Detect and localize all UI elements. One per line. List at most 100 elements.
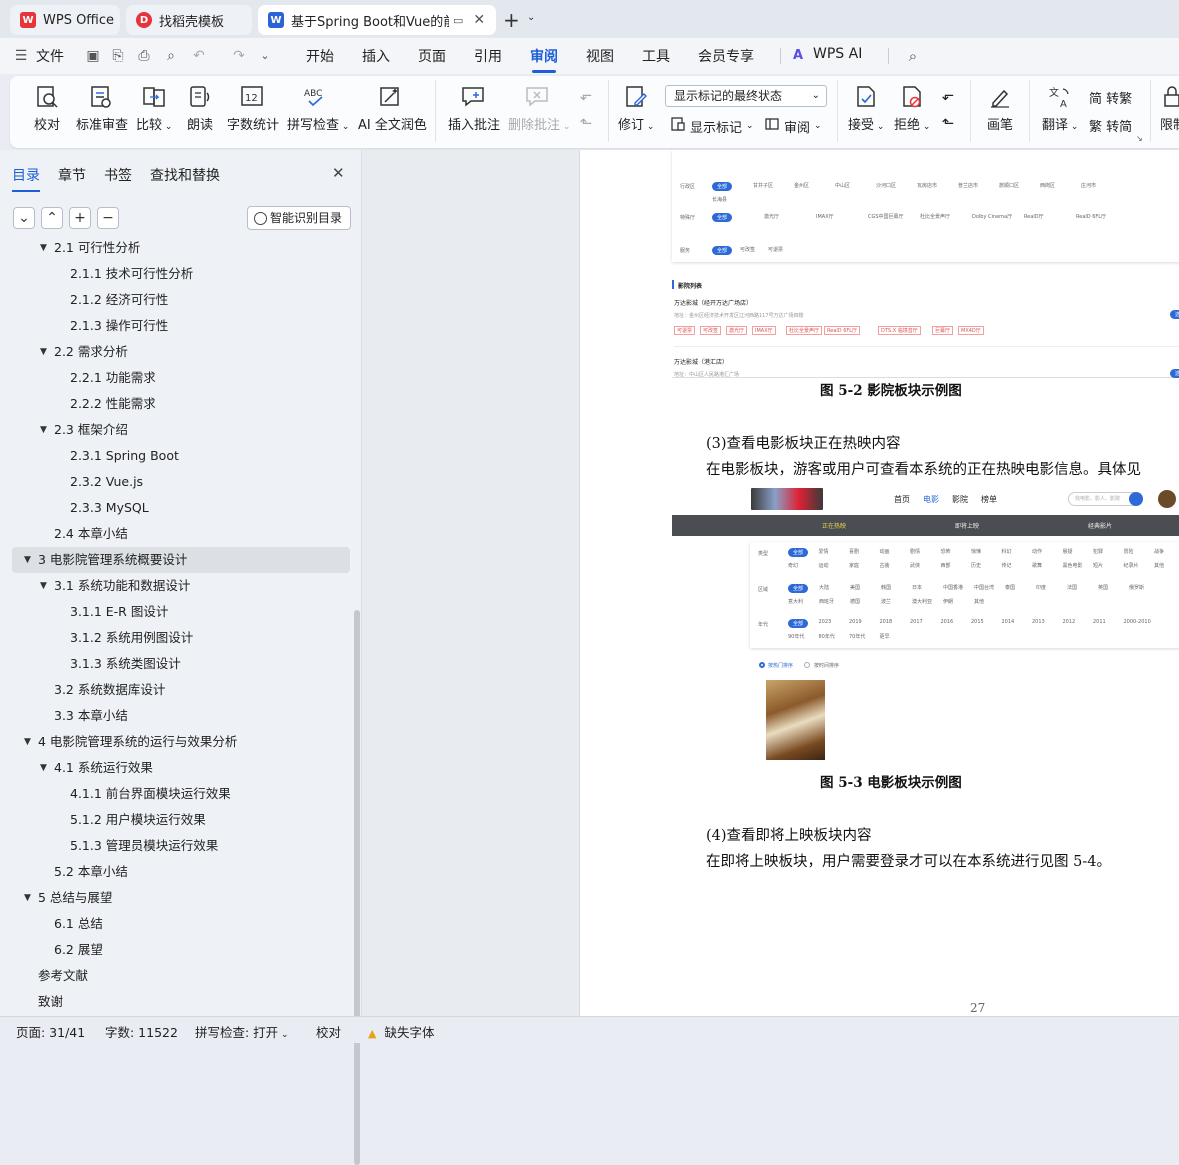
collapse-caret-icon[interactable]: ▼ — [40, 755, 54, 781]
show-markup-button[interactable]: 显示标记 ⌄ — [670, 116, 754, 136]
toc-scrollbar[interactable] — [354, 610, 360, 1165]
toc-item[interactable]: 2.1.2 经济可行性 — [0, 287, 350, 313]
hamburger-menu-icon[interactable]: ☰ — [12, 47, 30, 65]
restrict-editing-button[interactable]: 限制 — [1160, 84, 1179, 133]
expand-dialog-icon[interactable]: ↘ — [1136, 134, 1143, 143]
smart-toc-button[interactable]: 智能识别目录 — [247, 206, 351, 230]
accept-button[interactable]: 接受 ⌄ — [848, 84, 884, 133]
menu-page[interactable]: 页面 — [418, 46, 446, 66]
toc-item[interactable]: 6.1 总结 — [0, 911, 350, 937]
close-tab-icon[interactable]: ✕ — [473, 12, 485, 28]
previous-change-button[interactable]: ⬐ — [938, 86, 958, 104]
toc-item[interactable]: ▼ 2.2 需求分析 — [0, 339, 350, 365]
expand-up-button[interactable]: ⌃ — [41, 207, 63, 229]
tab-find-replace[interactable]: 查找和替换 — [150, 165, 220, 185]
new-tab-icon[interactable]: + — [503, 8, 520, 32]
toc-item[interactable]: 4.1.1 前台界面模块运行效果 — [0, 781, 350, 807]
collapse-caret-icon[interactable]: ▼ — [24, 547, 38, 573]
collapse-caret-icon[interactable]: ▼ — [40, 417, 54, 443]
toc-item[interactable]: 2.2.1 功能需求 — [0, 365, 350, 391]
toc-item[interactable]: 2.2.2 性能需求 — [0, 391, 350, 417]
search-icon[interactable]: ⌕ — [904, 47, 922, 65]
collapse-caret-icon[interactable]: ▼ — [40, 240, 54, 261]
next-comment-button[interactable]: ⬑ — [576, 114, 596, 132]
print-preview-icon[interactable]: ⌕ — [162, 47, 180, 65]
menu-references[interactable]: 引用 — [474, 46, 502, 66]
to-simplified-button[interactable]: 繁 转简 — [1089, 116, 1132, 135]
collapse-caret-icon[interactable]: ▼ — [24, 729, 38, 755]
toc-item[interactable]: ▼ 4 电影院管理系统的运行与效果分析 — [0, 729, 350, 755]
export-icon[interactable]: ⎘ — [109, 47, 127, 65]
pen-button[interactable]: 画笔 — [986, 84, 1014, 133]
save-icon[interactable]: ▣ — [84, 47, 102, 65]
collapse-caret-icon[interactable]: ▼ — [24, 885, 38, 911]
toc-item[interactable]: 5.1.3 管理员模块运行效果 — [0, 833, 350, 859]
tab-toc[interactable]: 目录 — [12, 165, 40, 192]
word-count-button[interactable]: 12 字数统计 — [227, 84, 279, 133]
toc-item[interactable]: 2.3.2 Vue.js — [0, 469, 350, 495]
word-count[interactable]: 字数: 11522 — [105, 1022, 178, 1041]
toc-item[interactable]: 2.1.3 操作可行性 — [0, 313, 350, 339]
menu-tools[interactable]: 工具 — [642, 46, 670, 66]
tab-docer-templates[interactable]: D 找稻壳模板 — [126, 5, 252, 35]
markup-mode-select[interactable]: 显示标记的最终状态 ⌄ — [665, 85, 827, 107]
toc-item[interactable]: ▼ 4.1 系统运行效果 — [0, 755, 350, 781]
translate-button[interactable]: 文A 翻译 ⌄ — [1042, 84, 1078, 133]
wps-ai-icon[interactable]: A — [793, 48, 809, 63]
delete-comment-button[interactable]: 删除批注 ⌄ — [508, 84, 570, 133]
redo-icon[interactable]: ↷ — [230, 47, 248, 65]
close-pane-icon[interactable]: ✕ — [332, 164, 345, 182]
toc-item[interactable]: ▼ 2.1 可行性分析 — [0, 240, 350, 261]
toc-item[interactable]: ▼ 3.1 系统功能和数据设计 — [0, 573, 350, 599]
tab-document[interactable]: W 基于Spring Boot和Vue的前后 ▭ ✕ — [258, 5, 496, 35]
menu-insert[interactable]: 插入 — [362, 46, 390, 66]
menu-review[interactable]: 审阅 — [530, 46, 558, 73]
page-indicator[interactable]: 页面: 31/41 — [16, 1022, 85, 1041]
remove-heading-button[interactable]: − — [97, 207, 119, 229]
toc-item[interactable]: 6.2 展望 — [0, 937, 350, 963]
add-heading-button[interactable]: + — [69, 207, 91, 229]
insert-comment-button[interactable]: 插入批注 — [448, 84, 500, 133]
toc-item[interactable]: 3.1.2 系统用例图设计 — [0, 625, 350, 651]
toc-item[interactable]: 5.2 本章小结 — [0, 859, 350, 885]
toc-item[interactable]: ▼ 3 电影院管理系统概要设计 — [12, 547, 350, 573]
toc-item[interactable]: 致谢 — [0, 989, 350, 1015]
read-aloud-button[interactable]: 朗读 — [186, 84, 214, 133]
collapse-caret-icon[interactable]: ▼ — [40, 573, 54, 599]
menu-member[interactable]: 会员专享 — [698, 46, 754, 66]
menu-view[interactable]: 视图 — [586, 46, 614, 66]
chevron-down-icon[interactable]: ⌄ — [527, 12, 535, 23]
toc-item[interactable]: 2.4 本章小结 — [0, 521, 350, 547]
toc-item[interactable]: 3.1.1 E-R 图设计 — [0, 599, 350, 625]
toc-item[interactable]: 5.1.2 用户模块运行效果 — [0, 807, 350, 833]
toc-item[interactable]: 2.3.3 MySQL — [0, 495, 350, 521]
spell-check-button[interactable]: ABC 拼写检查 ⌄ — [287, 84, 349, 133]
track-changes-button[interactable]: 修订 ⌄ — [618, 84, 654, 133]
more-chevron-icon[interactable]: ⌄ — [256, 47, 274, 65]
missing-font-status[interactable]: ▲ 缺失字体 — [368, 1022, 434, 1041]
tab-chapters[interactable]: 章节 — [58, 165, 86, 185]
spell-check-status[interactable]: 拼写检查: 打开 ⌄ — [195, 1022, 289, 1041]
proofread-status[interactable]: 校对 — [316, 1022, 341, 1041]
toc-item[interactable]: 3.1.3 系统类图设计 — [0, 651, 350, 677]
compare-button[interactable]: 比较 ⌄ — [136, 84, 172, 133]
reject-button[interactable]: 拒绝 ⌄ — [894, 84, 930, 133]
toc-item[interactable]: ▼ 2.3 框架介绍 — [0, 417, 350, 443]
undo-icon[interactable]: ↶ — [190, 47, 208, 65]
toc-item[interactable]: ▼ 5 总结与展望 — [0, 885, 350, 911]
tab-bookmarks[interactable]: 书签 — [104, 165, 132, 185]
menu-wps-ai[interactable]: WPS AI — [813, 46, 862, 62]
to-traditional-button[interactable]: 简 转繁 — [1089, 88, 1132, 107]
toc-item[interactable]: 3.3 本章小结 — [0, 703, 350, 729]
tab-wps-office[interactable]: W WPS Office — [10, 5, 120, 35]
toc-item[interactable]: 参考文献 — [0, 963, 350, 989]
previous-comment-button[interactable]: ⬐ — [576, 86, 596, 104]
toc-item[interactable]: 2.3.1 Spring Boot — [0, 443, 350, 469]
collapse-all-button[interactable]: ⌄ — [13, 207, 35, 229]
toc-item[interactable]: 3.2 系统数据库设计 — [0, 677, 350, 703]
next-change-button[interactable]: ⬑ — [938, 114, 958, 132]
print-icon[interactable]: ⎙ — [135, 47, 153, 65]
toc-item[interactable]: 2.1.1 技术可行性分析 — [0, 261, 350, 287]
review-pane-button[interactable]: 审阅 ⌄ — [764, 116, 822, 136]
menu-file[interactable]: 文件 — [36, 46, 64, 66]
